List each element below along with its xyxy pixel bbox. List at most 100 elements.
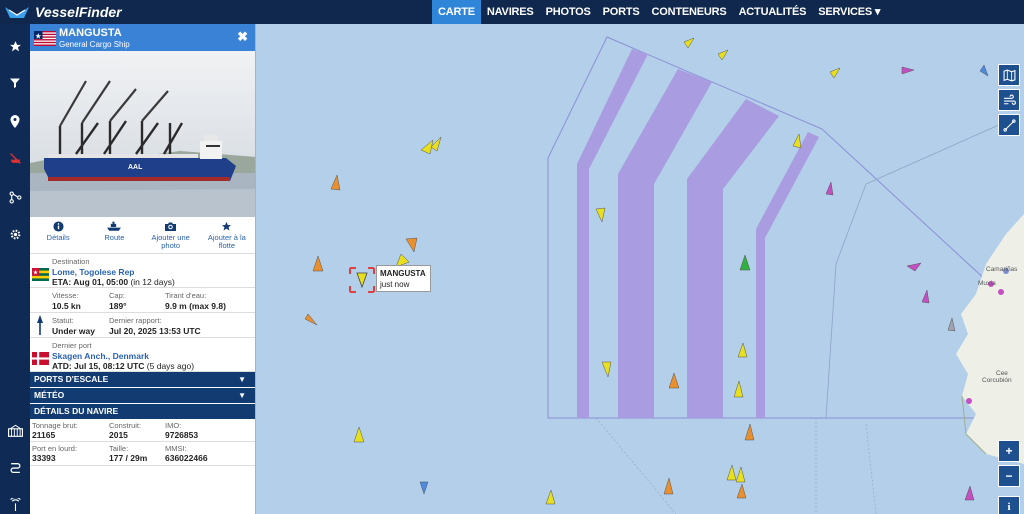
size-label: Taille: xyxy=(109,444,129,453)
course-value: 189° xyxy=(109,301,127,311)
place-label-camarinas: Camariñas xyxy=(986,266,1018,273)
camera-icon xyxy=(165,222,177,231)
add-fleet-action[interactable]: Ajouter à la flotte xyxy=(199,221,255,253)
top-navbar: VesselFinder CARTE NAVIRES PHOTOS PORTS … xyxy=(0,0,1024,24)
antenna-icon[interactable] xyxy=(5,494,25,514)
place-label-cee: Cee xyxy=(996,370,1008,377)
route-icon[interactable] xyxy=(5,187,25,207)
info-icon xyxy=(53,221,64,232)
atd-note: (5 days ago) xyxy=(146,361,195,371)
details-action[interactable]: Détails xyxy=(30,221,86,253)
status-label: Statut: xyxy=(52,316,74,325)
heading-indicator-icon xyxy=(37,315,43,335)
report-label: Dernier rapport: xyxy=(109,316,162,325)
weather-title: MÉTÉO xyxy=(34,390,65,400)
vessel-type: General Cargo Ship xyxy=(59,40,130,49)
draught-label: Tirant d'eau: xyxy=(165,291,207,300)
add-photo-label: Ajouter une photo xyxy=(151,233,190,250)
imo-value: 9726853 xyxy=(165,430,199,440)
built-label: Construit: xyxy=(109,421,142,430)
filter-icon[interactable] xyxy=(5,73,25,93)
zoom-in-button[interactable]: + xyxy=(998,440,1020,462)
logo[interactable]: VesselFinder xyxy=(4,4,122,20)
built-value: 2015 xyxy=(109,430,128,440)
chevron-down-icon: ▼ xyxy=(238,391,246,400)
vessel-details-section[interactable]: DÉTAILS DU NAVIRE xyxy=(30,404,255,419)
dwt-value: 33393 xyxy=(32,453,56,463)
speed-value: 10.5 kn xyxy=(52,301,81,311)
speed-row: Vitesse: 10.5 kn Cap: 189° Tirant d'eau:… xyxy=(30,288,255,313)
port-marker[interactable] xyxy=(966,398,972,404)
size-value: 177 / 29m xyxy=(109,453,148,463)
add-fleet-label: Ajouter à la flotte xyxy=(207,233,246,250)
ship-route-icon xyxy=(107,221,122,231)
report-value: Jul 20, 2025 13:53 UTC xyxy=(109,326,201,336)
dwt-label: Port en lourd: xyxy=(32,444,78,453)
vessel-photo[interactable]: AAL xyxy=(30,51,255,217)
weather-layer-button[interactable] xyxy=(998,89,1020,111)
port-marker[interactable] xyxy=(998,289,1004,295)
svg-text:AAL: AAL xyxy=(128,164,143,171)
nav-carte[interactable]: CARTE xyxy=(432,0,481,24)
nav-navires[interactable]: NAVIRES xyxy=(481,0,540,24)
nav-photos[interactable]: PHOTOS xyxy=(540,0,597,24)
route-action[interactable]: Route xyxy=(86,221,142,253)
vessel-tooltip[interactable]: MANGUSTA just now xyxy=(376,265,431,292)
last-port-link[interactable]: Skagen Anch., Denmark xyxy=(52,351,149,361)
pin-icon[interactable] xyxy=(5,111,25,131)
map-canvas[interactable]: Camariñas Muxía Cee Corcubión + − i xyxy=(256,24,1024,514)
star-icon[interactable] xyxy=(5,36,25,56)
status-value: Under way xyxy=(52,326,95,336)
coastline xyxy=(956,214,1024,464)
logo-icon xyxy=(5,7,29,18)
chevron-down-icon: ▼ xyxy=(238,375,246,384)
route-label: Route xyxy=(104,233,125,242)
vessel-actions: Détails Route Ajouter une photo Ajouter … xyxy=(30,217,255,254)
gt-label: Tonnage brut: xyxy=(32,421,78,430)
nav-actualites[interactable]: ACTUALITÉS xyxy=(733,0,813,24)
selected-vessel-marker[interactable] xyxy=(349,267,375,293)
destination-link[interactable]: Lome, Togolese Rep xyxy=(52,267,135,277)
status-row: Statut: Under way Dernier rapport: Jul 2… xyxy=(30,313,255,338)
last-port-row: Dernier port Skagen Anch., Denmark ATD: … xyxy=(30,338,255,372)
add-photo-action[interactable]: Ajouter une photo xyxy=(143,221,199,253)
container-icon[interactable] xyxy=(5,420,25,440)
details-row-2: Port en lourd: 33393 Taille: 177 / 29m M… xyxy=(30,442,255,466)
last-port-label: Dernier port xyxy=(52,341,92,350)
place-label-muxia: Muxía xyxy=(978,280,996,287)
tooltip-vessel-name: MANGUSTA xyxy=(380,269,426,278)
route-lines xyxy=(595,417,877,514)
left-toolbar xyxy=(0,24,30,514)
draught-value: 9.9 m (max 9.8) xyxy=(165,301,226,311)
ports-of-call-section[interactable]: PORTS D'ESCALE ▼ xyxy=(30,372,255,387)
togo-flag-icon xyxy=(32,268,49,281)
nav-services[interactable]: SERVICES ▾ xyxy=(812,0,886,24)
eta-note: (in 12 days) xyxy=(130,277,175,287)
mmsi-value: 636022466 xyxy=(165,453,208,463)
ship-off-icon[interactable] xyxy=(5,148,25,168)
settings-icon[interactable] xyxy=(5,224,25,244)
nav-conteneurs[interactable]: CONTENEURS xyxy=(646,0,733,24)
wind-icon xyxy=(1003,94,1016,105)
close-icon[interactable]: ✖ xyxy=(237,29,248,45)
weather-section[interactable]: MÉTÉO ▼ xyxy=(30,388,255,403)
main-nav: CARTE NAVIRES PHOTOS PORTS CONTENEURS AC… xyxy=(432,0,886,24)
measure-tool-button[interactable] xyxy=(998,114,1020,136)
tss-lanes xyxy=(577,49,819,418)
track-icon[interactable] xyxy=(5,457,25,477)
star-fleet-icon xyxy=(222,221,232,231)
info-button[interactable]: i xyxy=(998,496,1020,514)
liberia-flag-icon xyxy=(34,31,56,46)
denmark-flag-icon xyxy=(32,352,49,365)
vessel-panel: MANGUSTA General Cargo Ship ✖ AAL Détail… xyxy=(30,24,256,514)
destination-label: Destination xyxy=(52,257,90,266)
vessel-header: MANGUSTA General Cargo Ship ✖ xyxy=(30,24,255,51)
map-layers-button[interactable] xyxy=(998,64,1020,86)
ports-of-call-title: PORTS D'ESCALE xyxy=(34,374,109,384)
eta-value: ETA: Aug 01, 05:00 xyxy=(52,277,129,287)
nav-ports[interactable]: PORTS xyxy=(597,0,646,24)
zoom-out-button[interactable]: − xyxy=(998,465,1020,487)
vessel-name: MANGUSTA xyxy=(59,27,122,39)
destination-block: Destination Lome, Togolese Rep ETA: Aug … xyxy=(30,254,255,288)
gt-value: 21165 xyxy=(32,430,56,440)
